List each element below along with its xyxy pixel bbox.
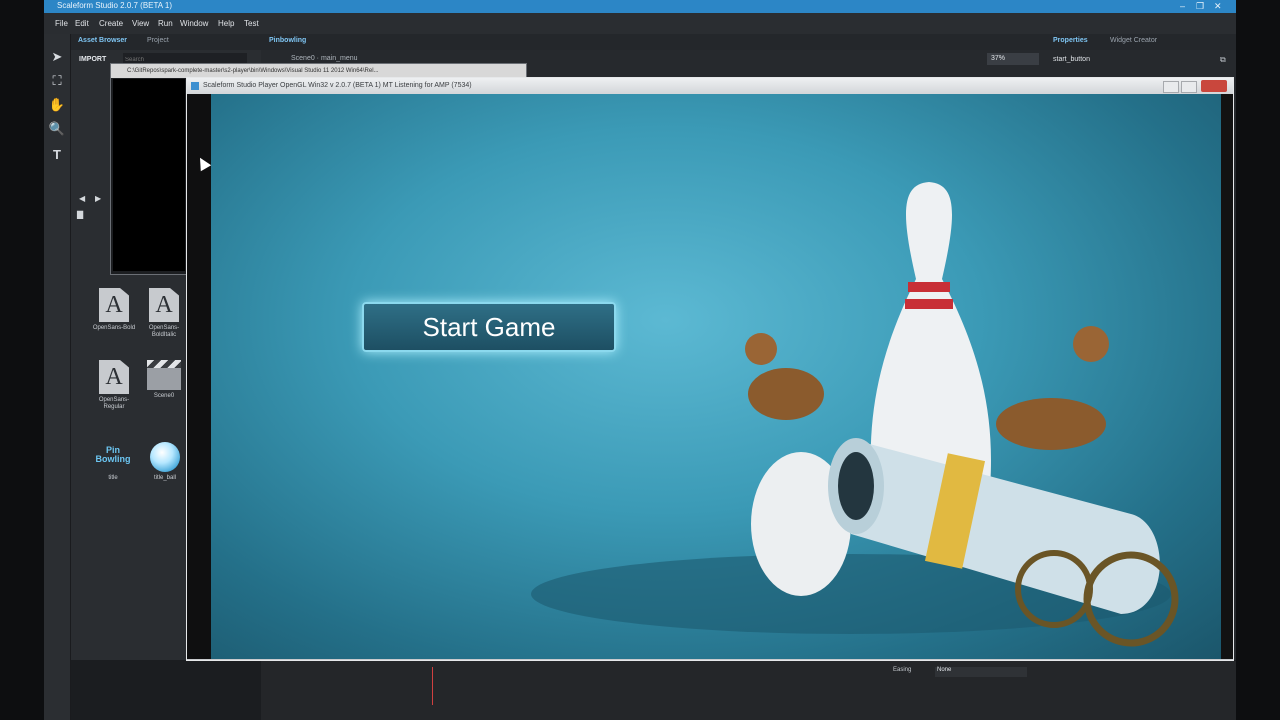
restore-icon[interactable]: ❐: [1196, 1, 1204, 12]
player-window: Scaleform Studio Player OpenGL Win32 v 2…: [186, 77, 1234, 661]
easing-select[interactable]: None: [935, 667, 1027, 677]
font-icon: A: [99, 288, 129, 322]
game-scene: Start Game: [211, 94, 1221, 659]
playhead[interactable]: [432, 667, 433, 705]
asset-item[interactable]: Pin Bowling title: [91, 442, 135, 482]
start-game-button[interactable]: Start Game: [362, 302, 616, 352]
ball-icon: [150, 442, 180, 472]
right-panel-tabs: Properties Widget Creator: [1047, 34, 1236, 51]
zoom-icon[interactable]: 🔍: [48, 120, 66, 138]
tab-pinbowling[interactable]: Pinbowling: [269, 37, 306, 44]
close-button[interactable]: [1201, 80, 1227, 92]
back-arrow-icon[interactable]: ◀: [79, 194, 85, 203]
clapperboard-icon: [147, 360, 181, 390]
asset-label: OpenSans-BoldItalic: [148, 325, 180, 338]
menu-test[interactable]: Test: [244, 19, 259, 28]
asset-item[interactable]: A OpenSans-Regular: [92, 360, 136, 411]
right-black-border: [1236, 0, 1280, 720]
asset-label: title_ball: [153, 475, 176, 481]
app-title: Scaleform Studio 2.0.7 (BETA 1): [57, 1, 173, 10]
app-icon: [191, 82, 199, 90]
debug-console-title: C:\GitRepos\spark-complete-master\s2-pla…: [111, 64, 526, 78]
menu-create[interactable]: Create: [99, 19, 123, 28]
timeline-panel: Easing None: [261, 661, 1236, 720]
hand-icon[interactable]: ✋: [48, 96, 66, 114]
asset-item[interactable]: A OpenSans-BoldItalic: [142, 288, 186, 339]
maximize-icon[interactable]: [1181, 81, 1197, 93]
select-arrow-icon[interactable]: ➤: [48, 48, 66, 66]
zoom-select[interactable]: 37%: [987, 53, 1039, 65]
menu-window[interactable]: Window: [180, 19, 208, 28]
asset-label: OpenSans-Bold: [92, 325, 136, 331]
player-titlebar: Scaleform Studio Player OpenGL Win32 v 2…: [187, 78, 1233, 94]
copy-icon[interactable]: ⧉: [1220, 55, 1226, 65]
close-icon[interactable]: ✕: [1214, 1, 1222, 12]
center-tabs: Pinbowling: [261, 34, 1047, 51]
folder-icon[interactable]: ▇: [77, 210, 83, 219]
player-left-border: [187, 94, 211, 659]
asset-item[interactable]: A OpenSans-Bold: [92, 288, 136, 332]
player-title: Scaleform Studio Player OpenGL Win32 v 2…: [203, 82, 472, 89]
menu-bar: File Edit Create View Run Window Help Te…: [44, 13, 1236, 35]
menu-help[interactable]: Help: [218, 19, 234, 28]
transform-icon[interactable]: ⛶: [48, 72, 66, 90]
import-button[interactable]: IMPORT: [79, 56, 106, 63]
menu-file[interactable]: File: [55, 19, 68, 28]
font-icon: A: [99, 360, 129, 394]
font-icon: A: [149, 288, 179, 322]
bowling-scene-illustration: [531, 182, 1179, 647]
forward-arrow-icon[interactable]: ▶: [95, 194, 101, 203]
tab-project[interactable]: Project: [147, 37, 169, 44]
minimize-icon[interactable]: –: [1180, 1, 1185, 11]
asset-label: OpenSans-Regular: [98, 397, 130, 410]
left-panel-tabs: Asset Browser Project: [71, 34, 261, 51]
text-tool-icon[interactable]: T: [48, 146, 66, 164]
selected-name-field[interactable]: start_button: [1053, 56, 1090, 63]
asset-item[interactable]: Scene0: [142, 360, 186, 400]
minimize-icon[interactable]: [1163, 81, 1179, 93]
asset-item[interactable]: title_ball: [143, 442, 187, 482]
tab-asset-browser[interactable]: Asset Browser: [78, 37, 127, 44]
console-output: [113, 79, 185, 271]
easing-label: Easing: [893, 667, 912, 673]
asset-label: Scene0: [153, 393, 175, 399]
player-right-border: [1221, 94, 1233, 659]
pinbowling-logo: Pin Bowling: [95, 445, 131, 464]
menu-view[interactable]: View: [132, 19, 149, 28]
tool-palette: ➤ ⛶ ✋ 🔍 T: [44, 34, 71, 720]
breadcrumb[interactable]: Scene0 · main_menu: [291, 55, 358, 62]
tab-properties[interactable]: Properties: [1053, 37, 1088, 44]
menu-edit[interactable]: Edit: [75, 19, 89, 28]
asset-label: title: [108, 475, 118, 481]
left-black-border: [0, 0, 44, 720]
tab-widget-creator[interactable]: Widget Creator: [1110, 37, 1157, 44]
menu-run[interactable]: Run: [158, 19, 173, 28]
app-titlebar: Scaleform Studio 2.0.7 (BETA 1) – ❐ ✕: [44, 0, 1236, 13]
